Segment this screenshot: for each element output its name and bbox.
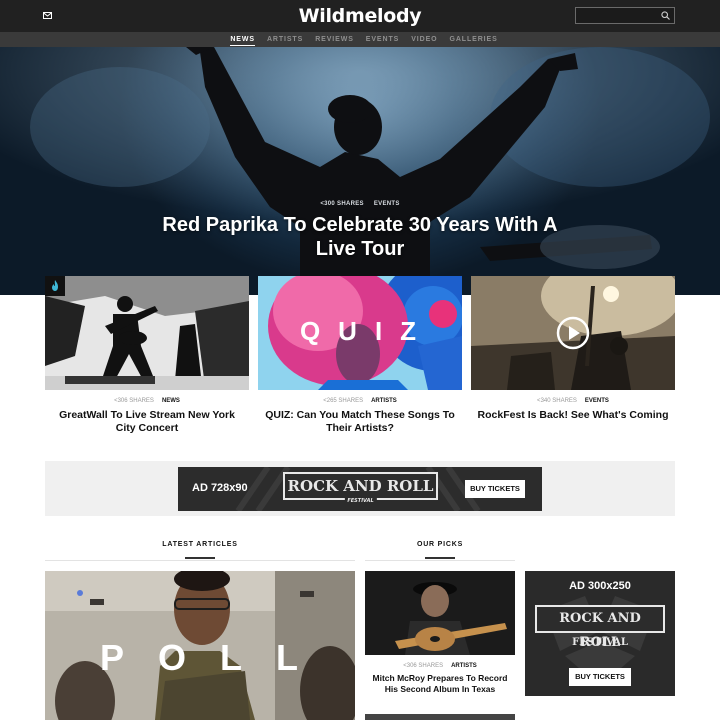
article-card[interactable]: <340 SHARES EVENTS RockFest Is Back! See … <box>471 276 675 422</box>
rock-and-roll-logo: ROCK AND ROLL FESTIVAL <box>283 472 438 505</box>
article-thumbnail[interactable]: QUIZ <box>258 276 462 390</box>
article-shares: 265 SHARES <box>326 398 364 404</box>
pick-meta: <306 SHARES ARTISTS <box>365 663 515 669</box>
hero-title[interactable]: Red Paprika To Celebrate 30 Years With A… <box>160 213 560 261</box>
article-category[interactable]: EVENTS <box>585 398 609 404</box>
nav-item-news[interactable]: NEWS <box>230 32 255 47</box>
nav-item-video[interactable]: VIDEO <box>411 32 437 47</box>
pick-category[interactable]: ARTISTS <box>451 663 477 669</box>
nav-item-artists[interactable]: ARTISTS <box>267 32 303 47</box>
ad-festival: FESTIVAL <box>572 637 628 648</box>
rock-and-roll-logo: ROCK AND ROLL <box>535 605 665 650</box>
article-meta: <306 SHARES NEWS <box>45 398 249 404</box>
article-category[interactable]: ARTISTS <box>371 398 397 404</box>
search-box[interactable] <box>575 7 675 24</box>
article-thumbnail[interactable] <box>471 276 675 390</box>
hero-shares: 300 SHARES <box>324 201 364 207</box>
article-card[interactable]: <306 SHARES NEWS GreatWall To Live Stream… <box>45 276 249 435</box>
buy-tickets-button[interactable]: BUY TICKETS <box>569 668 631 686</box>
concert-photo <box>45 276 249 390</box>
article-shares: 340 SHARES <box>540 398 577 404</box>
search-icon[interactable] <box>661 11 670 20</box>
hero-category[interactable]: EVENTS <box>374 201 400 207</box>
ad-brand: ROCK AND ROLL <box>287 477 434 495</box>
latest-article-card[interactable]: POLL <box>45 571 355 720</box>
article-title[interactable]: QUIZ: Can You Match These Songs To Their… <box>258 409 462 435</box>
divider <box>45 560 355 561</box>
latest-articles-heading: LATEST ARTICLES <box>135 541 265 559</box>
article-thumbnail[interactable] <box>45 276 249 390</box>
poll-overlay: POLL <box>100 637 332 678</box>
pick-card-thumbnail[interactable] <box>365 714 515 720</box>
ad-banner-728[interactable]: AD 728x90 ROCK AND ROLL FESTIVAL BUY TIC… <box>178 467 542 511</box>
article-title[interactable]: RockFest Is Back! See What's Coming <box>471 409 675 422</box>
divider <box>365 560 515 561</box>
nav-item-galleries[interactable]: GALLERIES <box>450 32 498 47</box>
play-icon[interactable] <box>556 316 590 350</box>
section-title: LATEST ARTICLES <box>162 541 238 548</box>
pick-thumbnail[interactable] <box>365 571 515 655</box>
heading-underline <box>425 557 455 559</box>
nav-item-reviews[interactable]: REVIEWS <box>315 32 354 47</box>
article-meta: <265 SHARES ARTISTS <box>258 398 462 404</box>
main-nav: NEWS ARTISTS REVIEWS EVENTS VIDEO GALLER… <box>0 32 720 47</box>
section-title: OUR PICKS <box>416 541 464 548</box>
pick-shares: 306 SHARES <box>406 663 444 669</box>
top-bar: Wildmelody <box>0 0 720 32</box>
pick-title[interactable]: Mitch McRoy Prepares To Record His Secon… <box>365 673 515 695</box>
article-card[interactable]: QUIZ <265 SHARES ARTISTS QUIZ: Can You Ma… <box>258 276 462 435</box>
hero-meta: <300 SHARES EVENTS <box>0 201 720 207</box>
article-meta: <340 SHARES EVENTS <box>471 398 675 404</box>
ad-size-label: AD 300x250 <box>569 580 631 592</box>
quiz-overlay: QUIZ <box>299 316 435 346</box>
ad-banner-300[interactable]: AD 300x250 ROCK AND ROLL FESTIVAL BUY TI… <box>525 571 675 696</box>
our-picks-heading: OUR PICKS <box>390 541 490 559</box>
buy-tickets-button[interactable]: BUY TICKETS <box>465 480 525 498</box>
article-title[interactable]: GreatWall To Live Stream New York City C… <box>45 409 249 435</box>
guitarist-photo <box>365 571 515 655</box>
ad-festival: FESTIVAL <box>344 498 377 505</box>
heading-underline <box>185 557 215 559</box>
article-shares: 306 SHARES <box>117 398 154 404</box>
trending-badge <box>45 276 65 296</box>
hero-banner[interactable]: <300 SHARES EVENTS Red Paprika To Celebra… <box>0 47 720 295</box>
article-category[interactable]: NEWS <box>162 398 180 404</box>
nav-item-events[interactable]: EVENTS <box>366 32 399 47</box>
pick-card[interactable]: <306 SHARES ARTISTS Mitch McRoy Prepares … <box>365 571 515 695</box>
search-input[interactable] <box>578 9 658 22</box>
flame-icon <box>52 280 58 291</box>
ad-size-label: AD 728x90 <box>192 482 248 494</box>
